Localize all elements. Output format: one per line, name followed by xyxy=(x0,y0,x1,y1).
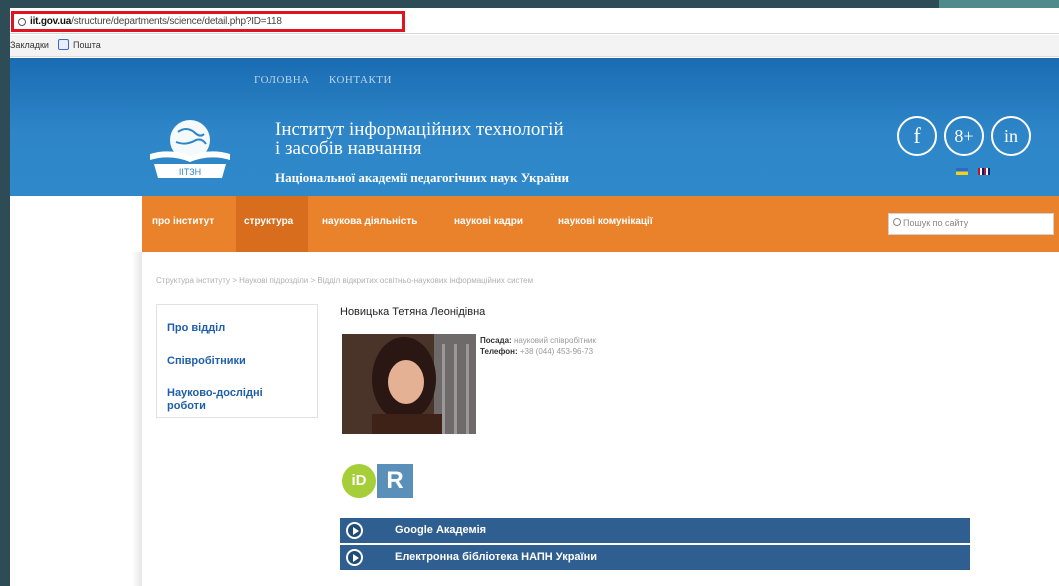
side-item-research-works[interactable]: Науково-дослідні роботи xyxy=(167,387,297,413)
profile-photo-image xyxy=(342,334,476,434)
top-nav: ГОЛОВНА КОНТАКТИ xyxy=(254,74,408,86)
url-text[interactable]: iit.gov.ua/structure/departments/science… xyxy=(30,16,282,27)
menu-item-staff[interactable]: наукові кадри xyxy=(454,216,523,227)
side-menu: Про відділ Співробітники Науково-дослідн… xyxy=(156,304,318,418)
flag-uk-icon[interactable] xyxy=(978,168,990,175)
bookmark-item[interactable]: Пошта xyxy=(73,40,101,50)
link-label: Електронна бібліотека НАПН України xyxy=(395,551,598,563)
site-header: ГОЛОВНА КОНТАКТИ ІІТЗН Інститут інформац… xyxy=(10,58,1059,196)
phone-label: Телефон: xyxy=(480,347,518,356)
side-item-employees[interactable]: Співробітники xyxy=(167,355,246,368)
top-nav-contacts[interactable]: КОНТАКТИ xyxy=(329,74,392,86)
position-value: науковий співробітник xyxy=(513,336,596,345)
google-plus-icon[interactable]: 8+ xyxy=(944,116,984,156)
menu-item-communications[interactable]: наукові комунікації xyxy=(558,216,653,227)
search-icon xyxy=(893,218,901,226)
search-placeholder: Пошук по сайту xyxy=(903,218,969,228)
main-menu: про інститут структура наукова діяльніст… xyxy=(142,196,1059,252)
linkedin-icon[interactable]: in xyxy=(991,116,1031,156)
institute-title-line2: і засобів навчання xyxy=(275,138,422,159)
institute-subtitle: Національної академії педагогічних наук … xyxy=(275,170,569,185)
person-name: Новицька Тетяна Леонідівна xyxy=(340,306,486,318)
bookmark-page-icon xyxy=(58,39,69,50)
logo-text: ІІТЗН xyxy=(179,167,201,177)
bookmarks-bar: Закладки Пошта xyxy=(10,35,1059,57)
facebook-icon[interactable]: f xyxy=(897,116,937,156)
search-input[interactable]: Пошук по сайту xyxy=(888,213,1054,235)
institute-title-line1: Інститут інформаційних технологій xyxy=(275,119,564,140)
top-nav-home[interactable]: ГОЛОВНА xyxy=(254,74,310,86)
breadcrumb[interactable]: Структура інституту > Наукові підрозділи… xyxy=(156,276,533,285)
content-shadow xyxy=(132,252,142,586)
bookmarks-label[interactable]: Закладки xyxy=(10,40,49,50)
link-napn-library[interactable]: Електронна бібліотека НАПН України xyxy=(340,545,970,571)
link-label: Google Академія xyxy=(395,524,487,536)
profile-photo xyxy=(342,334,476,434)
menu-item-research[interactable]: наукова діяльність xyxy=(322,216,417,227)
address-bar[interactable]: iit.gov.ua/structure/departments/science… xyxy=(10,8,1059,34)
researchgate-icon[interactable]: R xyxy=(377,464,413,498)
url-highlight-box: iit.gov.ua/structure/departments/science… xyxy=(11,11,405,32)
url-path: /structure/departments/science/detail.ph… xyxy=(71,16,282,27)
institute-title: Інститут інформаційних технологій і засо… xyxy=(275,120,564,158)
profile-details: Посада: науковий співробітник Телефон: +… xyxy=(480,335,596,357)
side-item-about[interactable]: Про відділ xyxy=(167,322,225,335)
slide-frame-left xyxy=(0,0,10,586)
orcid-icon[interactable]: iD xyxy=(342,464,376,498)
menu-item-about[interactable]: про інститут xyxy=(152,216,214,227)
play-circle-icon xyxy=(346,549,363,566)
menu-item-structure[interactable]: структура xyxy=(244,216,293,227)
flag-ua-icon[interactable] xyxy=(956,168,968,175)
url-domain: iit.gov.ua xyxy=(30,16,72,27)
phone-value: +38 (044) 453-96-73 xyxy=(519,347,594,356)
slide-accent xyxy=(939,0,1059,8)
page-icon xyxy=(18,18,26,26)
browser-screen: iit.gov.ua/structure/departments/science… xyxy=(10,8,1059,586)
link-google-scholar[interactable]: Google Академія xyxy=(340,518,970,544)
institute-logo-icon[interactable]: ІІТЗН xyxy=(144,110,234,184)
position-label: Посада: xyxy=(480,336,512,345)
play-circle-icon xyxy=(346,522,363,539)
